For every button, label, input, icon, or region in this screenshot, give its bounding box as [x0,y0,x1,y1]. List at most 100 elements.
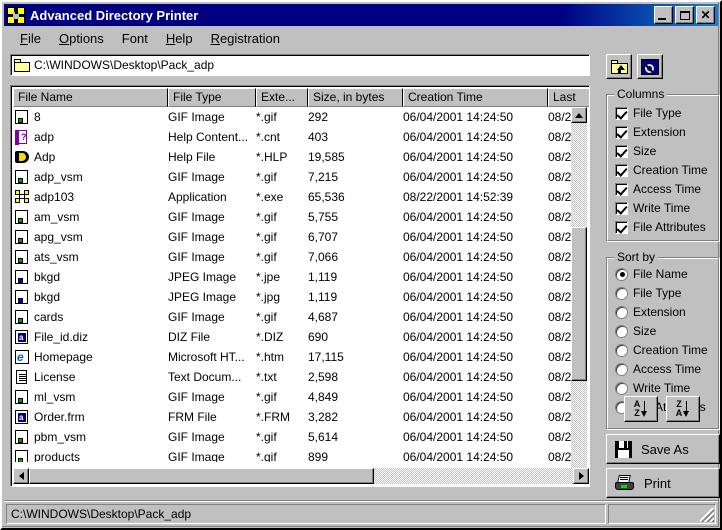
file-name-text: adp [34,130,54,144]
radio-label: Size [633,324,656,338]
column-header-last[interactable]: Last [548,88,589,107]
checkbox-file-attributes[interactable]: File Attributes [615,220,706,234]
radio-indicator[interactable] [615,344,628,357]
file-list-view[interactable]: File NameFile TypeExte...Size, in bytesC… [10,85,590,487]
cell-ext: *.HLP [256,150,308,164]
horizontal-scrollbar[interactable] [13,468,589,484]
cell-ext: *.gif [256,450,308,462]
save-as-button[interactable]: Save As [606,434,720,464]
table-row[interactable]: adp103Application*.exe65,53608/22/2001 1… [13,187,575,207]
cell-created: 06/04/2001 14:24:50 [403,390,548,404]
table-row[interactable]: bkgdJPEG Image*.jpg1,11906/04/2001 14:24… [13,287,575,307]
radio-indicator[interactable] [615,268,628,281]
checkbox-access-time[interactable]: Access Time [615,182,701,196]
title-bar[interactable]: Advanced Directory Printer ✕ [4,4,718,26]
file-name-text: File_id.diz [34,330,88,344]
file-list-rows[interactable]: 8GIF Image*.gif29206/04/2001 14:24:5008/… [13,107,575,462]
resize-grip-icon[interactable] [700,508,714,522]
sortby-group-label: Sort by [614,250,658,264]
menu-item-font[interactable]: Font [113,30,157,48]
minimize-button[interactable] [654,6,673,24]
column-header-creation-time[interactable]: Creation Time [403,88,548,107]
save-as-label: Save As [641,442,689,457]
checkbox-indicator[interactable] [615,145,628,158]
checkbox-label: Size [633,144,656,158]
sort-az-icon: A Z [634,400,649,418]
table-row[interactable]: ?adpHelp Content...*.cnt40306/04/2001 14… [13,127,575,147]
checkbox-indicator[interactable] [615,183,628,196]
table-row[interactable]: am_vsmGIF Image*.gif5,75506/04/2001 14:2… [13,207,575,227]
checkbox-indicator[interactable] [615,221,628,234]
sort-descending-button[interactable]: Z A [666,396,700,422]
checkbox-creation-time[interactable]: Creation Time [615,163,708,177]
table-row[interactable]: AdpHelp File*.HLP19,58506/04/2001 14:24:… [13,147,575,167]
close-button[interactable]: ✕ [696,6,715,24]
vertical-scroll-track[interactable] [571,123,587,468]
radio-file-type[interactable]: File Type [615,286,681,300]
browse-folder-button[interactable] [606,54,632,79]
vertical-scrollbar[interactable] [571,107,587,484]
radio-write-time[interactable]: Write Time [615,381,690,395]
radio-extension[interactable]: Extension [615,305,686,319]
radio-access-time[interactable]: Access Time [615,362,701,376]
cell-created: 06/04/2001 14:24:50 [403,110,548,124]
cell-created: 06/04/2001 14:24:50 [403,370,548,384]
table-row[interactable]: ml_vsmGIF Image*.gif4,84906/04/2001 14:2… [13,387,575,407]
checkbox-indicator[interactable] [615,107,628,120]
gif-image-icon [15,230,30,245]
table-row[interactable]: apg_vsmGIF Image*.gif6,70706/04/2001 14:… [13,227,575,247]
table-row[interactable]: productsGIF Image*.gif89906/04/2001 14:2… [13,447,575,462]
column-header-size-in-bytes[interactable]: Size, in bytes [308,88,403,107]
table-row[interactable]: LicenseText Docum...*.txt2,59806/04/2001… [13,367,575,387]
checkbox-file-type[interactable]: File Type [615,106,681,120]
path-display[interactable]: C:\WINDOWS\Desktop\Pack_adp [10,54,590,76]
table-row[interactable]: pbm_vsmGIF Image*.gif5,61406/04/2001 14:… [13,427,575,447]
scroll-right-button[interactable] [573,468,589,484]
table-row[interactable]: bkgdJPEG Image*.jpe1,11906/04/2001 14:24… [13,267,575,287]
gif-image-icon [15,250,30,265]
checkbox-size[interactable]: Size [615,144,656,158]
menu-item-file[interactable]: File [11,30,50,48]
edit-settings-button[interactable] [637,54,663,79]
checkbox-indicator[interactable] [615,126,628,139]
radio-indicator[interactable] [615,325,628,338]
table-row[interactable]: 8GIF Image*.gif29206/04/2001 14:24:5008/… [13,107,575,127]
sort-ascending-button[interactable]: A Z [624,396,658,422]
cell-created: 06/04/2001 14:24:50 [403,130,548,144]
column-header-file-name[interactable]: File Name [13,88,168,107]
horizontal-scroll-thumb[interactable] [29,468,374,484]
checkbox-indicator[interactable] [615,202,628,215]
cell-created: 06/04/2001 14:24:50 [403,450,548,462]
checkbox-write-time[interactable]: Write Time [615,201,690,215]
maximize-button[interactable] [675,6,694,24]
table-row[interactable]: ats_vsmGIF Image*.gif7,06606/04/2001 14:… [13,247,575,267]
radio-creation-time[interactable]: Creation Time [615,343,708,357]
menu-item-options[interactable]: Options [50,30,113,48]
radio-file-name[interactable]: File Name [615,267,688,281]
column-header-file-type[interactable]: File Type [168,88,256,107]
radio-label: File Type [633,286,681,300]
radio-indicator[interactable] [615,382,628,395]
radio-indicator[interactable] [615,306,628,319]
checkbox-label: Write Time [633,201,690,215]
column-header-exte[interactable]: Exte... [256,88,308,107]
table-row[interactable]: aOrder.frmFRM File*.FRM3,28206/04/2001 1… [13,407,575,427]
radio-indicator[interactable] [615,363,628,376]
vertical-scroll-thumb[interactable] [571,227,587,381]
print-button[interactable]: Print [606,468,720,498]
cell-type: JPEG Image [168,270,256,284]
table-row[interactable]: aFile_id.dizDIZ File*.DIZ69006/04/2001 1… [13,327,575,347]
table-row[interactable]: adp_vsmGIF Image*.gif7,21506/04/2001 14:… [13,167,575,187]
menu-item-help[interactable]: Help [157,30,202,48]
menu-item-registration[interactable]: Registration [202,30,289,48]
radio-size[interactable]: Size [615,324,656,338]
scroll-left-button[interactable] [13,468,29,484]
scroll-up-button[interactable] [571,107,587,123]
radio-indicator[interactable] [615,287,628,300]
table-row[interactable]: cardsGIF Image*.gif4,68706/04/2001 14:24… [13,307,575,327]
path-text: C:\WINDOWS\Desktop\Pack_adp [34,58,214,72]
table-row[interactable]: eHomepageMicrosoft HT...*.htm17,11506/04… [13,347,575,367]
checkbox-extension[interactable]: Extension [615,125,686,139]
checkbox-indicator[interactable] [615,164,628,177]
cell-name: adp_vsm [13,170,168,185]
